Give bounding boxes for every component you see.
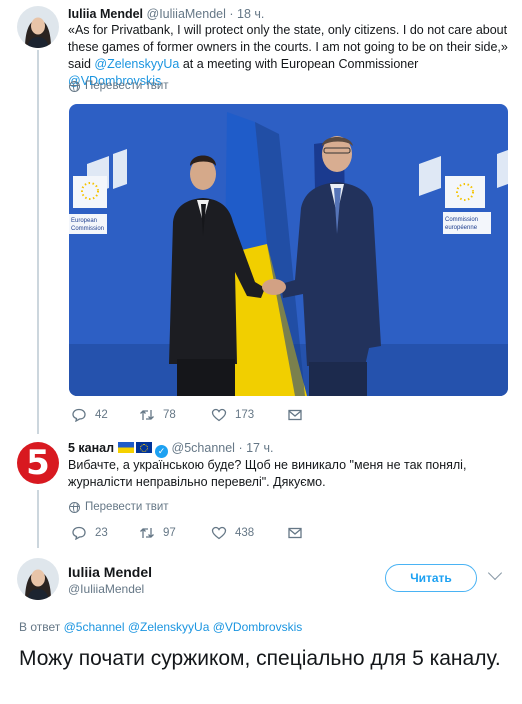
tweet2-text: Вибачте, а українською буде? Щоб не вини…: [68, 458, 467, 489]
reply-to-line: В ответ @5channel @ZelenskyyUa @VDombrov…: [19, 620, 302, 634]
tweet1-retweet-count: 78: [163, 409, 176, 421]
tweet2-reply-button[interactable]: 23: [71, 526, 139, 540]
like-icon: [211, 526, 227, 540]
handshake: [262, 279, 286, 295]
main-tweet-text: Можу почати суржиком, спеціально для 5 к…: [19, 647, 501, 670]
tweet1-actions: 42 78 173: [71, 408, 303, 422]
follow-button[interactable]: Читать: [385, 564, 477, 592]
thread-line-bottom: [37, 490, 39, 548]
tweet2-translate-link[interactable]: Перевести твит: [69, 501, 169, 513]
tweet2-message-button[interactable]: [287, 526, 303, 540]
tweet2-separator: ·: [238, 441, 243, 455]
tweet1-like-button[interactable]: 173: [211, 408, 287, 422]
avatar-5-channel[interactable]: 5: [17, 442, 59, 484]
tweet1-reply-count: 42: [95, 409, 108, 421]
tweet1-translate-label: Перевести твит: [85, 80, 169, 92]
like-icon: [211, 408, 227, 422]
sign-right-text-1: Commission: [445, 217, 478, 223]
message-icon: [288, 527, 302, 539]
reply-icon: [72, 408, 86, 422]
tweet2-like-count: 438: [235, 527, 255, 539]
tweet1-photo[interactable]: European Commission Commission européenn…: [69, 104, 508, 396]
tweet2-author-name[interactable]: 5 канал: [68, 441, 114, 455]
reply-mention-5channel[interactable]: @5channel: [64, 620, 125, 634]
ukraine-flag-emoji: [117, 442, 134, 453]
tweet1-text-part2: at a meeting with European Commissioner: [179, 57, 419, 71]
sign-left-text-1: European: [71, 218, 97, 224]
tweet2-author-handle[interactable]: @5channel: [172, 441, 235, 455]
reply-icon: [72, 526, 86, 540]
tweet2-translate-label: Перевести твит: [85, 501, 169, 513]
tweet1-author-name[interactable]: Iuliia Mendel: [68, 7, 143, 21]
avatar-iuliia-mendel[interactable]: [17, 6, 59, 48]
tweet1-reply-button[interactable]: 42: [71, 408, 139, 422]
tweet1-author-handle[interactable]: @IuliiaMendel: [147, 7, 226, 21]
tweet1-header: Iuliia Mendel @IuliiaMendel · 18 ч.: [68, 7, 264, 21]
tweet1-timestamp[interactable]: 18 ч.: [237, 7, 264, 21]
reply-mention-vdombrovskis[interactable]: @VDombrovskis: [213, 620, 303, 634]
retweet-icon: [140, 410, 154, 420]
tweet2-actions: 23 97 438: [71, 526, 303, 540]
tweet2-timestamp[interactable]: 17 ч.: [246, 441, 273, 455]
thread-line-top: [37, 50, 39, 434]
main-author-name[interactable]: Iuliia Mendel: [68, 564, 152, 580]
sign-left-text-2: Commission: [71, 226, 104, 232]
tweet1-like-count: 173: [235, 409, 255, 421]
tweet2-header: 5 канал ✓ @5channel · 17 ч.: [68, 441, 273, 458]
avatar-iuliia-mendel-main[interactable]: [17, 558, 59, 600]
tweet1-translate-link[interactable]: Перевести твит: [69, 80, 169, 92]
main-author-handle[interactable]: @IuliiaMendel: [68, 582, 144, 596]
mention-zelenskyyua[interactable]: @ZelenskyyUa: [94, 57, 179, 71]
chevron-down-icon[interactable]: [487, 565, 503, 581]
tweet1-retweet-button[interactable]: 78: [139, 408, 211, 422]
tweet2-like-button[interactable]: 438: [211, 526, 287, 540]
globe-icon: [69, 80, 80, 92]
reply-to-prefix: В ответ: [19, 620, 61, 634]
retweet-icon: [140, 528, 154, 538]
globe-icon: [69, 501, 80, 513]
sign-right-text-2: européenne: [445, 225, 478, 231]
message-icon: [288, 409, 302, 421]
photo-handshake-illustration: European Commission Commission européenn…: [69, 104, 508, 396]
tweet1-message-button[interactable]: [287, 408, 303, 422]
tweet2-retweet-count: 97: [163, 527, 176, 539]
tweet2-retweet-button[interactable]: 97: [139, 526, 211, 540]
reply-mention-zelenskyyua[interactable]: @ZelenskyyUa: [128, 620, 210, 634]
tweet2-reply-count: 23: [95, 527, 108, 539]
tweet1-separator: ·: [229, 7, 234, 21]
eu-flag-emoji: [135, 442, 152, 453]
